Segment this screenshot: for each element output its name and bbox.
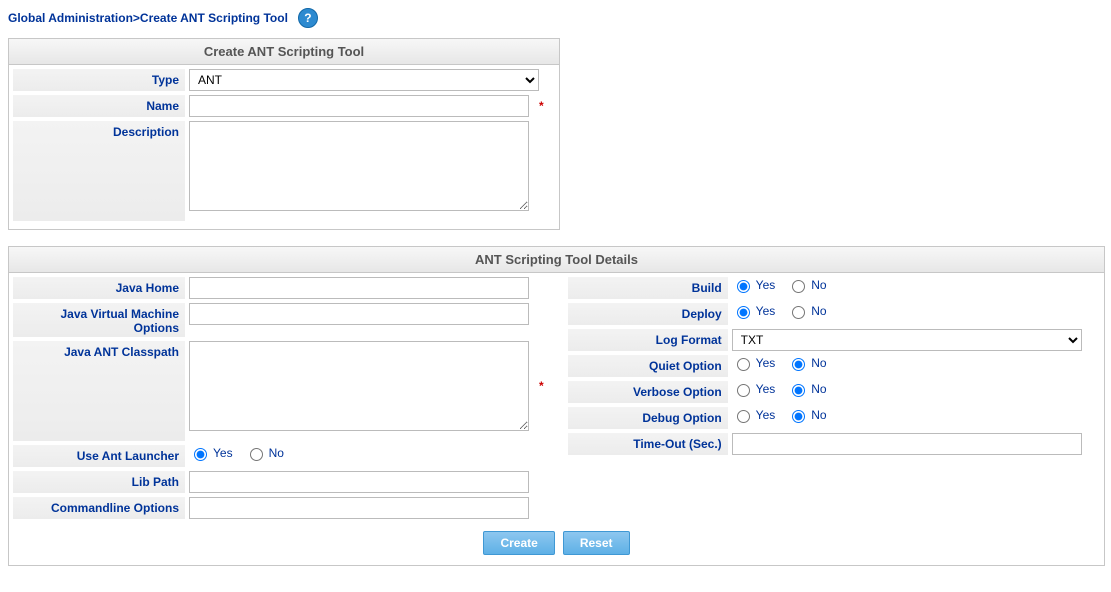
log-format-label: Log Format — [568, 329, 728, 351]
debug-no[interactable] — [792, 410, 805, 423]
quiet-label: Quiet Option — [568, 355, 728, 377]
create-ant-panel-title: Create ANT Scripting Tool — [9, 39, 559, 65]
debug-yes[interactable] — [737, 410, 750, 423]
type-label: Type — [13, 69, 185, 91]
help-icon[interactable]: ? — [298, 8, 318, 28]
quiet-yes[interactable] — [737, 358, 750, 371]
build-yes[interactable] — [737, 280, 750, 293]
reset-button[interactable]: Reset — [563, 531, 630, 555]
build-group: Yes No — [732, 277, 827, 293]
required-marker: * — [539, 99, 544, 113]
deploy-yes[interactable] — [737, 306, 750, 319]
log-format-select[interactable]: TXT — [732, 329, 1082, 351]
ant-details-panel-title: ANT Scripting Tool Details — [9, 247, 1104, 273]
use-ant-launcher-yes[interactable] — [194, 448, 207, 461]
ant-classpath-label: Java ANT Classpath — [13, 341, 185, 441]
use-ant-launcher-group: Yes No — [189, 445, 284, 461]
description-textarea[interactable] — [189, 121, 529, 211]
java-home-input[interactable] — [189, 277, 529, 299]
required-marker: * — [539, 379, 544, 393]
verbose-yes[interactable] — [737, 384, 750, 397]
lib-path-label: Lib Path — [13, 471, 185, 493]
use-ant-launcher-label: Use Ant Launcher — [13, 445, 185, 467]
verbose-group: Yes No — [732, 381, 827, 397]
type-select[interactable]: ANT — [189, 69, 539, 91]
button-row: Create Reset — [13, 523, 1100, 561]
details-right-column: Build Yes No Deploy Yes No — [568, 277, 1100, 523]
details-left-column: Java Home Java Virtual Machine Options J… — [13, 277, 548, 523]
verbose-no[interactable] — [792, 384, 805, 397]
deploy-no[interactable] — [792, 306, 805, 319]
jvm-options-label: Java Virtual Machine Options — [13, 303, 185, 337]
build-label: Build — [568, 277, 728, 299]
breadcrumb-text: Global Administration>Create ANT Scripti… — [8, 11, 288, 25]
name-label: Name — [13, 95, 185, 117]
debug-label: Debug Option — [568, 407, 728, 429]
quiet-group: Yes No — [732, 355, 827, 371]
quiet-no[interactable] — [792, 358, 805, 371]
description-label: Description — [13, 121, 185, 221]
ant-classpath-textarea[interactable] — [189, 341, 529, 431]
timeout-label: Time-Out (Sec.) — [568, 433, 728, 455]
java-home-label: Java Home — [13, 277, 185, 299]
build-no[interactable] — [792, 280, 805, 293]
breadcrumb: Global Administration>Create ANT Scripti… — [8, 8, 1103, 28]
jvm-options-input[interactable] — [189, 303, 529, 325]
create-ant-panel: Create ANT Scripting Tool Type ANT Name … — [8, 38, 560, 230]
ant-details-panel: ANT Scripting Tool Details Java Home Jav… — [8, 246, 1105, 566]
debug-group: Yes No — [732, 407, 827, 423]
lib-path-input[interactable] — [189, 471, 529, 493]
deploy-group: Yes No — [732, 303, 827, 319]
verbose-label: Verbose Option — [568, 381, 728, 403]
name-input[interactable] — [189, 95, 529, 117]
deploy-label: Deploy — [568, 303, 728, 325]
cmd-options-input[interactable] — [189, 497, 529, 519]
timeout-input[interactable] — [732, 433, 1082, 455]
create-button[interactable]: Create — [483, 531, 554, 555]
cmd-options-label: Commandline Options — [13, 497, 185, 519]
use-ant-launcher-no[interactable] — [250, 448, 263, 461]
